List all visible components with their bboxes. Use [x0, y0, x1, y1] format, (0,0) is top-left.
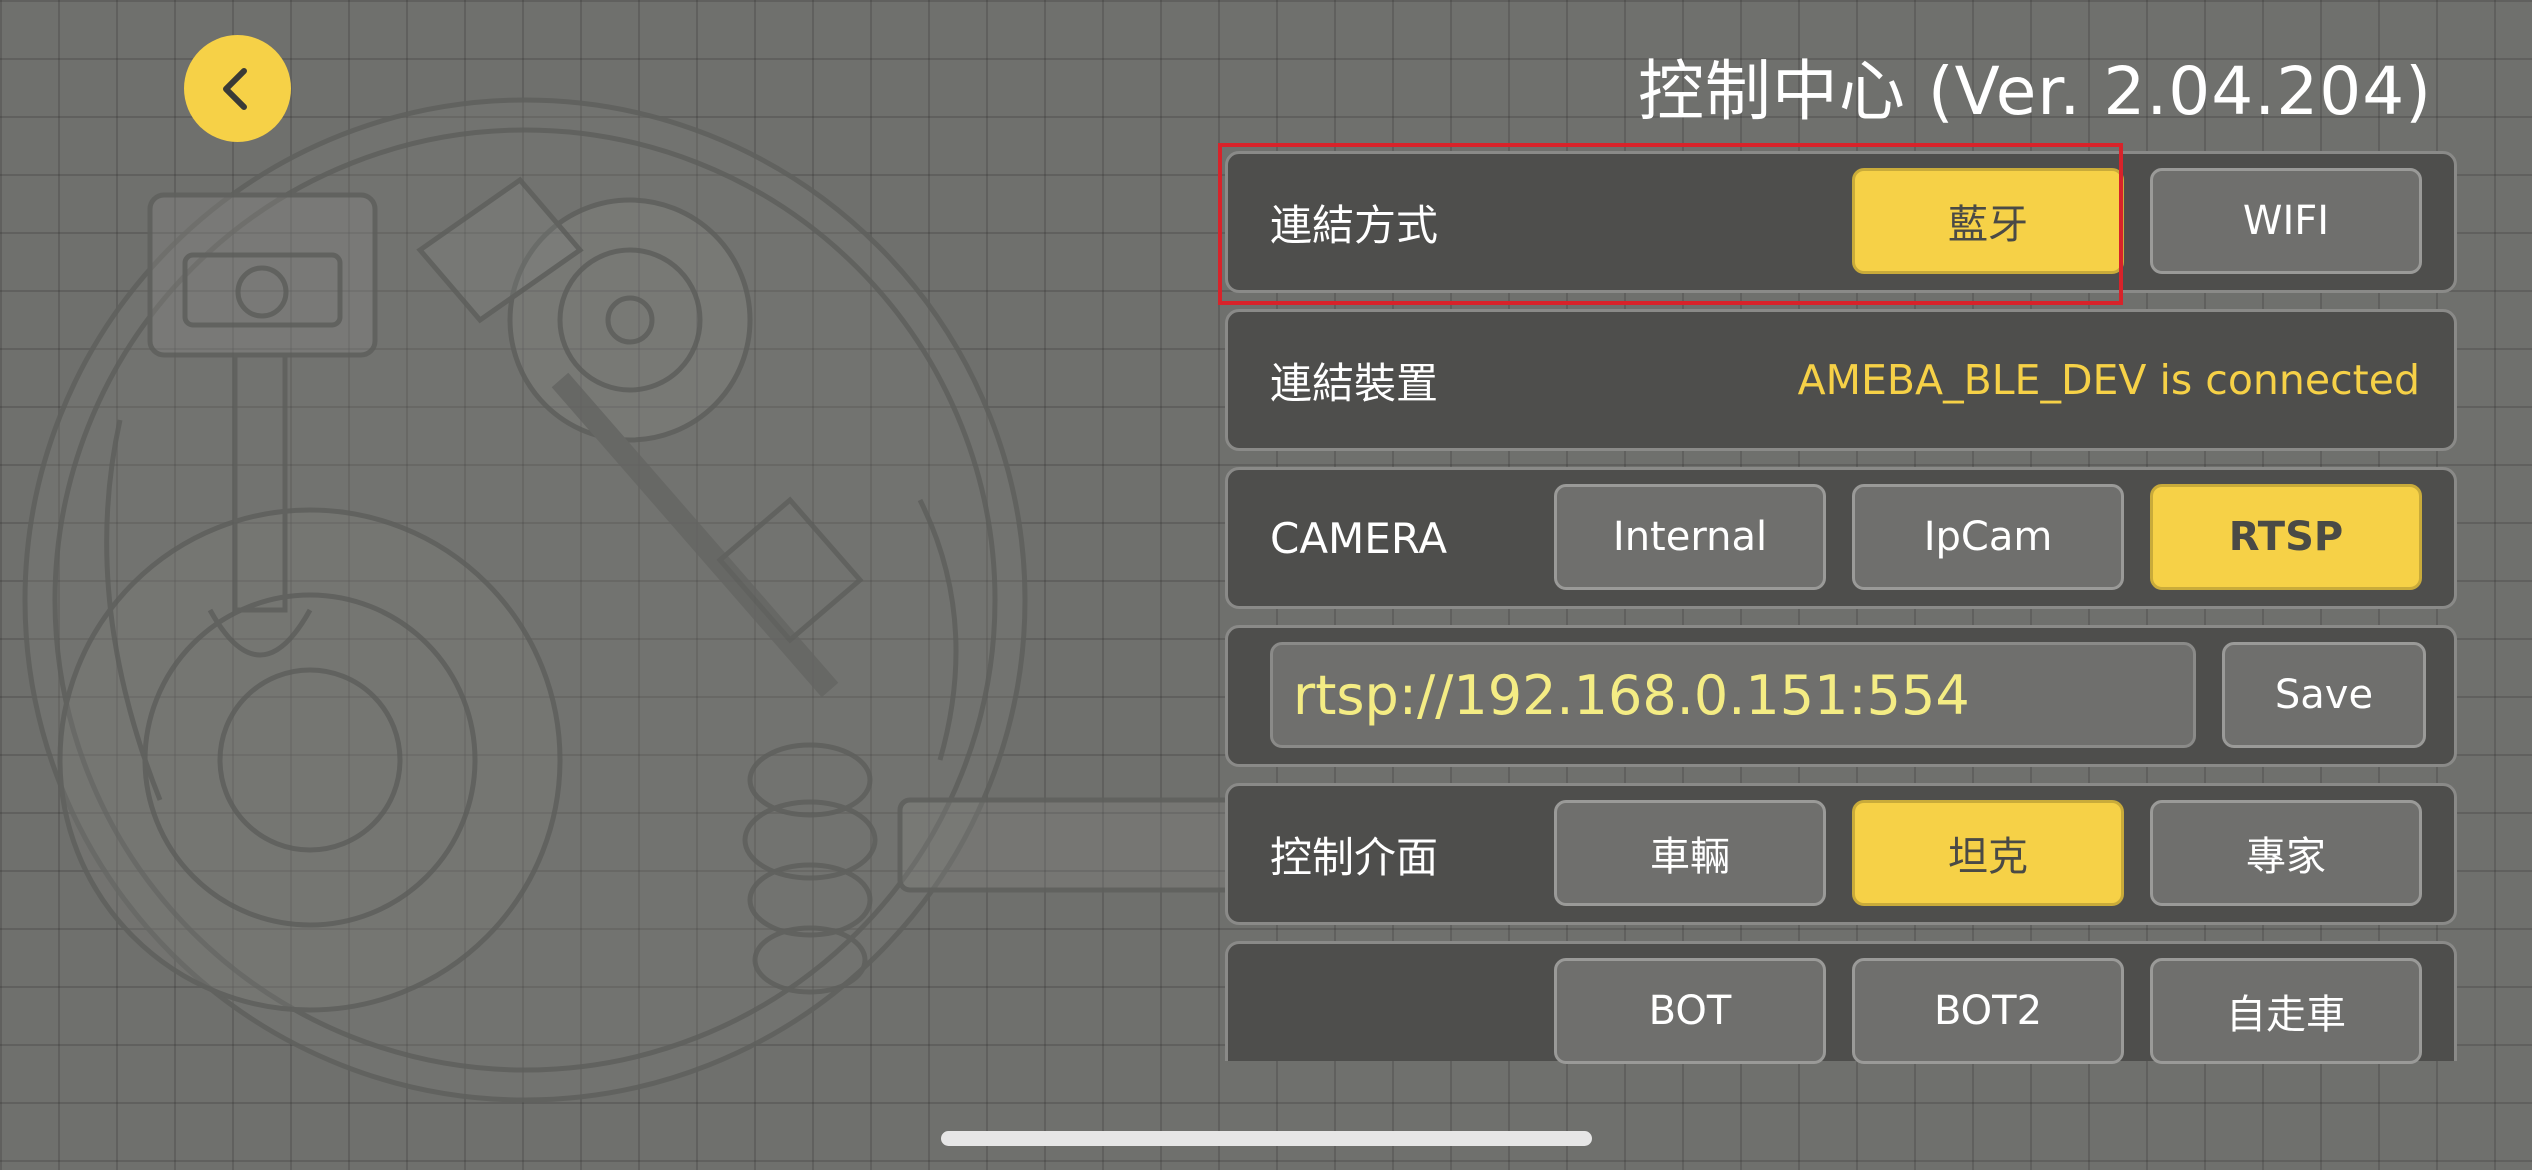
back-button[interactable] [184, 35, 291, 142]
control-tank-button[interactable]: 坦克 [1852, 800, 2124, 906]
connected-device-label: 連結裝置 [1270, 358, 1439, 408]
camera-rtsp-button[interactable]: RTSP [2150, 484, 2422, 590]
save-button[interactable]: Save [2222, 642, 2426, 748]
connection-mode-label: 連結方式 [1270, 200, 1439, 250]
rtsp-url-input[interactable] [1270, 642, 2196, 748]
page-title: 控制中心 (Ver. 2.04.204) [1637, 53, 2432, 130]
control-vehicle-button[interactable]: 車輛 [1554, 800, 1826, 906]
control-interface-label: 控制介面 [1270, 832, 1439, 882]
connected-device-row: 連結裝置 AMEBA_BLE_DEV is connected [1225, 309, 2457, 451]
camera-row: CAMERA Internal IpCam RTSP [1225, 467, 2457, 609]
rtsp-url-row: Save [1225, 625, 2457, 767]
control-bot-button[interactable]: BOT [1554, 958, 1826, 1064]
camera-internal-button[interactable]: Internal [1554, 484, 1826, 590]
control-self-driving-button[interactable]: 自走車 [2150, 958, 2422, 1064]
control-bot2-button[interactable]: BOT2 [1852, 958, 2124, 1064]
control-expert-button[interactable]: 專家 [2150, 800, 2422, 906]
chevron-left-icon [222, 67, 247, 110]
home-indicator [941, 1131, 1592, 1146]
engine-parts-illustration [22, 97, 1283, 1103]
control-extra-row: BOT BOT2 自走車 [1225, 941, 2457, 1064]
camera-label: CAMERA [1270, 513, 1448, 563]
bluetooth-button[interactable]: 藍牙 [1852, 168, 2124, 274]
control-interface-row: 控制介面 車輛 坦克 專家 [1225, 783, 2457, 925]
camera-ipcam-button[interactable]: IpCam [1852, 484, 2124, 590]
connection-status-text: AMEBA_BLE_DEV is connected [1797, 356, 2420, 404]
wifi-button[interactable]: WIFI [2150, 168, 2422, 274]
connection-mode-row: 連結方式 藍牙 WIFI [1225, 151, 2457, 293]
